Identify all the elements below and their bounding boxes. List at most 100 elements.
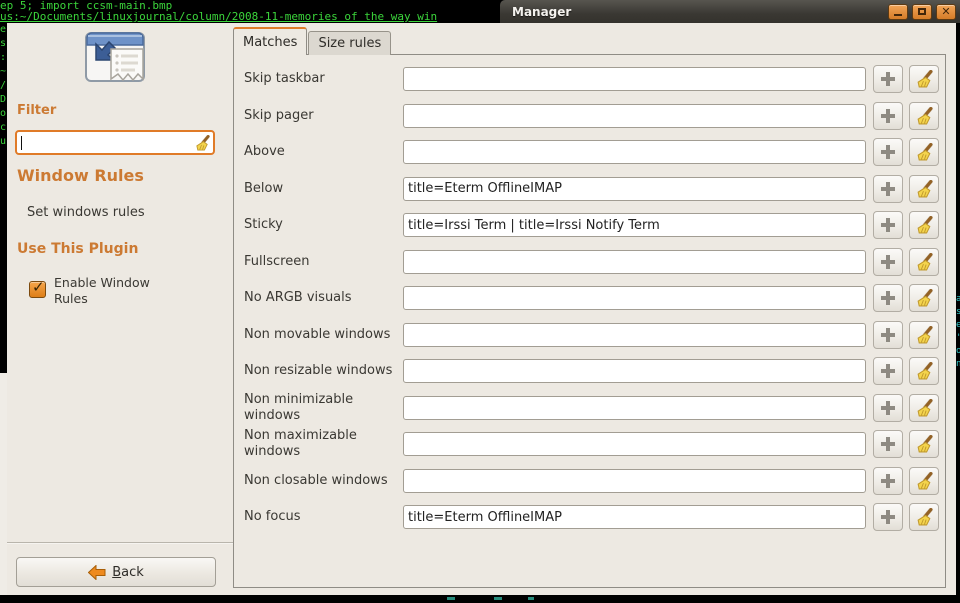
match-row-input[interactable] <box>403 323 866 347</box>
plus-icon <box>880 509 896 525</box>
tab-bar: Matches Size rules <box>233 27 391 55</box>
clear-match-button[interactable] <box>909 102 939 130</box>
match-row-input[interactable] <box>403 432 866 456</box>
close-button[interactable]: ✕ <box>936 4 956 20</box>
broom-icon <box>916 508 933 526</box>
add-match-button[interactable] <box>873 65 903 93</box>
broom-icon <box>916 143 933 161</box>
clear-match-button[interactable] <box>909 175 939 203</box>
tab-matches[interactable]: Matches <box>233 27 307 55</box>
minimize-icon <box>894 14 902 16</box>
tab-size-rules[interactable]: Size rules <box>308 31 391 55</box>
close-icon: ✕ <box>941 6 950 17</box>
clear-match-button[interactable] <box>909 321 939 349</box>
clear-match-button[interactable] <box>909 430 939 458</box>
plus-icon <box>880 217 896 233</box>
add-match-button[interactable] <box>873 321 903 349</box>
plus-icon <box>880 473 896 489</box>
plus-icon <box>880 290 896 306</box>
add-match-button[interactable] <box>873 284 903 312</box>
match-row-input[interactable] <box>403 177 866 201</box>
sidebar-item-set-windows-rules[interactable]: Set windows rules <box>27 205 145 220</box>
broom-icon <box>916 107 933 125</box>
enable-window-rules-checkbox[interactable] <box>29 281 46 298</box>
filter-field <box>15 130 215 155</box>
clear-match-button[interactable] <box>909 394 939 422</box>
back-button[interactable]: Back <box>16 557 216 587</box>
plus-icon <box>880 71 896 87</box>
plus-icon <box>880 181 896 197</box>
add-match-button[interactable] <box>873 102 903 130</box>
add-match-button[interactable] <box>873 503 903 531</box>
plus-icon <box>880 254 896 270</box>
match-row: Skip pager <box>234 98 945 135</box>
match-row-label: Non maximizable windows <box>244 428 403 461</box>
match-row-input[interactable] <box>403 250 866 274</box>
broom-icon <box>916 253 933 271</box>
match-row: Skip taskbar <box>234 61 945 98</box>
match-row: Non closable windows <box>234 463 945 500</box>
add-match-button[interactable] <box>873 467 903 495</box>
match-row: Fullscreen <box>234 244 945 281</box>
window-rules-plugin-icon <box>83 31 155 89</box>
matches-panel: Skip taskbar Skip pager <box>233 54 946 588</box>
broom-icon <box>916 70 933 88</box>
clear-match-button[interactable] <box>909 503 939 531</box>
broom-icon <box>916 399 933 417</box>
add-match-button[interactable] <box>873 394 903 422</box>
match-row-input[interactable] <box>403 359 866 383</box>
back-arrow-icon <box>88 565 106 580</box>
match-rows: Skip taskbar Skip pager <box>234 55 945 536</box>
match-row-input[interactable] <box>403 67 866 91</box>
window-titlebar[interactable]: Manager ✕ <box>500 0 960 23</box>
match-row-label: Sticky <box>244 217 403 233</box>
match-row-input[interactable] <box>403 396 866 420</box>
clear-match-button[interactable] <box>909 138 939 166</box>
match-row-input[interactable] <box>403 104 866 128</box>
broom-icon <box>916 472 933 490</box>
plus-icon <box>880 108 896 124</box>
clear-match-button[interactable] <box>909 211 939 239</box>
plus-icon <box>880 327 896 343</box>
terminal-line: us:~/Documents/linuxjournal/column/2008-… <box>0 11 500 22</box>
match-row-input[interactable] <box>403 213 866 237</box>
clear-match-button[interactable] <box>909 65 939 93</box>
ccsm-window: Filter Window Rules Set windows rules Us… <box>7 23 956 595</box>
add-match-button[interactable] <box>873 175 903 203</box>
add-match-button[interactable] <box>873 357 903 385</box>
add-match-button[interactable] <box>873 430 903 458</box>
match-row-input[interactable] <box>403 469 866 493</box>
add-match-button[interactable] <box>873 248 903 276</box>
clear-filter-icon[interactable] <box>195 135 210 151</box>
sidebar-divider <box>7 542 233 544</box>
filter-input[interactable] <box>22 135 195 150</box>
enable-window-rules-label: Enable Window Rules <box>54 275 166 306</box>
match-row-input[interactable] <box>403 505 866 529</box>
maximize-icon <box>918 8 926 15</box>
clear-match-button[interactable] <box>909 284 939 312</box>
minimize-button[interactable] <box>888 4 908 20</box>
match-row: Above <box>234 134 945 171</box>
plus-icon <box>880 144 896 160</box>
enable-window-rules-row: Enable Window Rules <box>29 275 166 306</box>
match-row-label: Non closable windows <box>244 473 403 489</box>
add-match-button[interactable] <box>873 138 903 166</box>
maximize-button[interactable] <box>912 4 932 20</box>
back-label: Back <box>112 565 144 580</box>
plus-icon <box>880 363 896 379</box>
broom-icon <box>916 216 933 234</box>
match-row: No focus <box>234 499 945 536</box>
add-match-button[interactable] <box>873 211 903 239</box>
match-row: Non minimizable windows <box>234 390 945 427</box>
terminal-fragment <box>494 597 502 600</box>
match-row-input[interactable] <box>403 140 866 164</box>
terminal-background-right-edge: a s e ' o n <box>956 23 960 603</box>
use-this-plugin-heading: Use This Plugin <box>17 241 138 257</box>
clear-match-button[interactable] <box>909 467 939 495</box>
match-row-input[interactable] <box>403 286 866 310</box>
match-row: Non maximizable windows <box>234 426 945 463</box>
clear-match-button[interactable] <box>909 248 939 276</box>
match-row-label: No focus <box>244 509 403 525</box>
clear-match-button[interactable] <box>909 357 939 385</box>
desktop-left-edge <box>0 373 7 595</box>
